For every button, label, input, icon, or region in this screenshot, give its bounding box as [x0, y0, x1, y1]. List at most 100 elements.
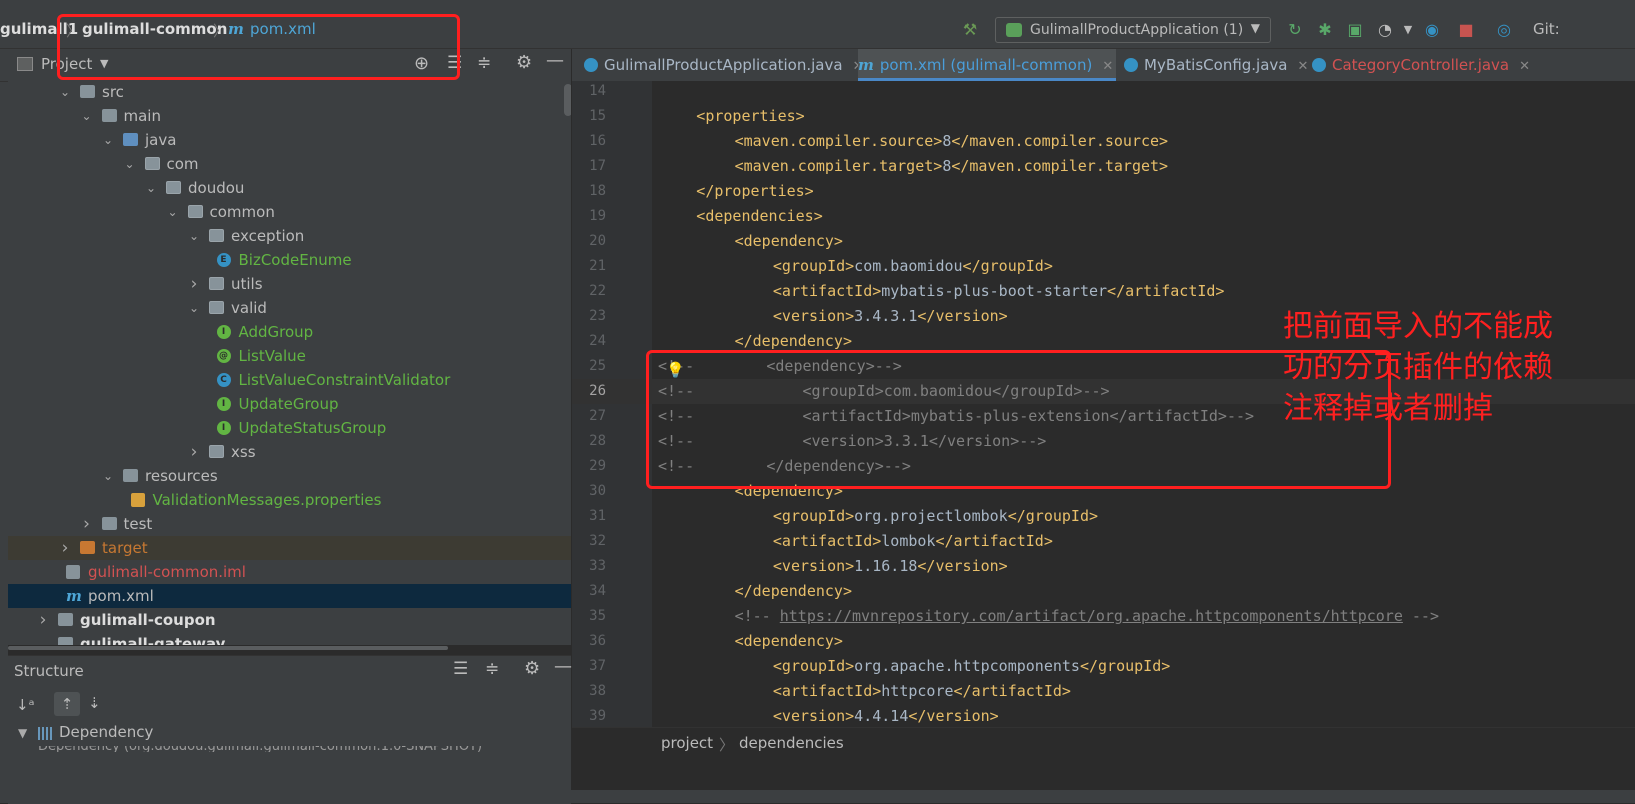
tab-label: CategoryController.java — [1332, 56, 1510, 74]
profiler-icon[interactable]: ◔ — [1375, 20, 1395, 40]
tab-gulimallproductapplication-java[interactable]: GulimallProductApplication.java✕ — [584, 49, 863, 81]
tree-item-bizcodeenume[interactable]: E BizCodeEnume — [8, 248, 571, 272]
show-children-icon[interactable]: ⇣ — [88, 694, 101, 712]
gear-icon[interactable]: ⚙ — [524, 658, 540, 679]
tree-vertical-scrollbar[interactable] — [564, 84, 571, 116]
sort-alphabetically-icon[interactable]: ↓ᵃ — [16, 696, 34, 714]
code-line[interactable]: 32 <artifactId>lombok</artifactId> — [572, 529, 1635, 554]
code-line[interactable]: 16 <maven.compiler.source>8</maven.compil… — [572, 129, 1635, 154]
tree-item-main[interactable]: ⌄ main — [8, 104, 571, 128]
tree-item-pom-xml[interactable]: m pom.xml — [8, 584, 571, 608]
chevron-right-icon[interactable]: › — [80, 512, 94, 536]
minimize-icon[interactable]: — — [546, 50, 564, 71]
code-line[interactable]: 36 <dependency> — [572, 629, 1635, 654]
attach-debugger-icon[interactable]: ◉ — [1422, 20, 1442, 40]
chevron-down-icon[interactable]: ⌄ — [101, 128, 115, 152]
chevron-right-icon[interactable]: › — [187, 440, 201, 464]
folder-icon — [80, 85, 95, 98]
code-line[interactable]: 37 <groupId>org.apache.httpcomponents</gr… — [572, 654, 1635, 679]
tree-item-gulimall-common-iml[interactable]: gulimall-common.iml — [8, 560, 571, 584]
tree-item-addgroup[interactable]: I AddGroup — [8, 320, 571, 344]
tree-item-gulimall-gateway[interactable]: ⌄ gulimall-gateway — [8, 632, 571, 645]
minimize-icon[interactable]: — — [554, 656, 572, 677]
chevron-down-icon[interactable]: ⌄ — [101, 464, 115, 488]
toolbox-icon[interactable]: ◎ — [1494, 20, 1514, 40]
line-number: 17 — [589, 158, 606, 174]
chevron-down-icon[interactable]: ⌄ — [123, 152, 137, 176]
editor-breadcrumb-dependencies[interactable]: dependencies — [739, 734, 844, 752]
chevron-right-icon[interactable]: › — [187, 272, 201, 296]
collapse-all-icon[interactable]: ≑ — [477, 53, 491, 73]
interface-icon: I — [216, 421, 231, 435]
code-text: <groupId>org.apache.httpcomponents</grou… — [772, 657, 1171, 675]
rerun-icon[interactable]: ↻ — [1285, 20, 1305, 40]
code-line[interactable]: 31 <groupId>org.projectlombok</groupId> — [572, 504, 1635, 529]
chevron-down-icon[interactable]: ⌄ — [187, 224, 201, 248]
code-text: <artifactId>lombok</artifactId> — [772, 532, 1053, 550]
code-line[interactable]: 18 </properties> — [572, 179, 1635, 204]
chevron-down-icon[interactable]: ⌄ — [36, 632, 50, 645]
close-icon[interactable]: ✕ — [1102, 59, 1113, 74]
tab-mybatisconfig-java[interactable]: MyBatisConfig.java ✕ — [1124, 49, 1308, 81]
editor-breadcrumb-project[interactable]: project — [661, 734, 713, 752]
code-line[interactable]: 17 <maven.compiler.target>8</maven.compil… — [572, 154, 1635, 179]
collapse-all-icon[interactable]: ≑ — [485, 659, 499, 679]
close-icon[interactable]: ✕ — [1519, 59, 1530, 74]
code-text: </dependency> — [734, 582, 852, 600]
coverage-icon[interactable]: ▣ — [1345, 20, 1365, 40]
tree-item-label: utils — [231, 275, 263, 293]
expand-all-icon[interactable]: ☰ — [453, 659, 468, 679]
tree-item-src[interactable]: ⌄ src — [8, 80, 571, 104]
code-line[interactable]: 33 <version>1.16.18</version> — [572, 554, 1635, 579]
tree-item-target[interactable]: › target — [8, 536, 571, 560]
tree-item-listvalue[interactable]: @ ListValue — [8, 344, 571, 368]
tree-horizontal-scrollbar[interactable] — [8, 646, 448, 650]
code-line[interactable]: 22 <artifactId>mybatis-plus-boot-starter<… — [572, 279, 1635, 304]
code-line[interactable]: 14 — [572, 81, 1635, 104]
code-line[interactable]: 19 <dependencies> — [572, 204, 1635, 229]
tree-item-com[interactable]: ⌄ com — [8, 152, 571, 176]
gear-icon[interactable]: ⚙ — [516, 52, 532, 73]
stop-icon[interactable]: ■ — [1456, 20, 1476, 40]
chevron-down-icon[interactable]: ⌄ — [166, 200, 180, 224]
code-line[interactable]: 35 <!-- https://mvnrepository.com/artifac… — [572, 604, 1635, 629]
chevron-down-icon[interactable]: ▼ — [18, 726, 27, 740]
chevron-down-icon[interactable]: ⌄ — [144, 176, 158, 200]
tab-pom-xml-gulimall-common-[interactable]: m pom.xml (gulimall-common) ✕ — [858, 49, 1116, 81]
structure-item-dependency[interactable]: Dependency — [59, 723, 153, 741]
tree-item-listvalueconstraintvalidator[interactable]: C ListValueConstraintValidator — [8, 368, 571, 392]
run-configuration-select[interactable]: GulimallProductApplication (1) ▼ — [995, 17, 1271, 43]
build-hammer-icon[interactable]: ⚒ — [960, 20, 980, 40]
tree-item-updategroup[interactable]: I UpdateGroup — [8, 392, 571, 416]
tree-item-updatestatusgroup[interactable]: I UpdateStatusGroup — [8, 416, 571, 440]
chevron-right-icon[interactable]: › — [58, 536, 72, 560]
code-line[interactable]: 34 </dependency> — [572, 579, 1635, 604]
show-parent-icon[interactable]: ⇡ — [54, 692, 80, 716]
chevron-right-icon[interactable]: › — [36, 608, 50, 632]
tree-item-resources[interactable]: ⌄ resources — [8, 464, 571, 488]
chevron-down-icon[interactable]: ▼ — [1398, 20, 1418, 40]
tree-item-utils[interactable]: › utils — [8, 272, 571, 296]
tree-item-doudou[interactable]: ⌄ doudou — [8, 176, 571, 200]
tree-item-valid[interactable]: ⌄ valid — [8, 296, 571, 320]
line-number: 38 — [589, 683, 606, 699]
tree-item-common[interactable]: ⌄ common — [8, 200, 571, 224]
code-line[interactable]: 21 <groupId>com.baomidou</groupId> — [572, 254, 1635, 279]
tab-categorycontroller-java[interactable]: CategoryController.java ✕ — [1312, 49, 1534, 81]
close-icon[interactable]: ✕ — [1298, 59, 1309, 74]
code-line[interactable]: 15 <properties> — [572, 104, 1635, 129]
tree-item-gulimall-coupon[interactable]: › gulimall-coupon — [8, 608, 571, 632]
tree-item-validationmessages-properties[interactable]: ValidationMessages.properties — [8, 488, 571, 512]
debug-bug-icon[interactable]: ✱ — [1315, 20, 1335, 40]
tree-item-exception[interactable]: ⌄ exception — [8, 224, 571, 248]
tree-item-java[interactable]: ⌄ java — [8, 128, 571, 152]
chevron-down-icon[interactable]: ⌄ — [80, 104, 94, 128]
tree-item-xss[interactable]: › xss — [8, 440, 571, 464]
code-line[interactable]: 38 <artifactId>httpcore</artifactId> — [572, 679, 1635, 704]
tree-item-test[interactable]: › test — [8, 512, 571, 536]
tree-item-label: gulimall-gateway — [80, 635, 226, 645]
code-line[interactable]: 20 <dependency> — [572, 229, 1635, 254]
chevron-down-icon[interactable]: ⌄ — [187, 296, 201, 320]
code-line[interactable]: 39 <version>4.4.14</version> — [572, 704, 1635, 727]
chevron-down-icon[interactable]: ⌄ — [58, 80, 72, 104]
